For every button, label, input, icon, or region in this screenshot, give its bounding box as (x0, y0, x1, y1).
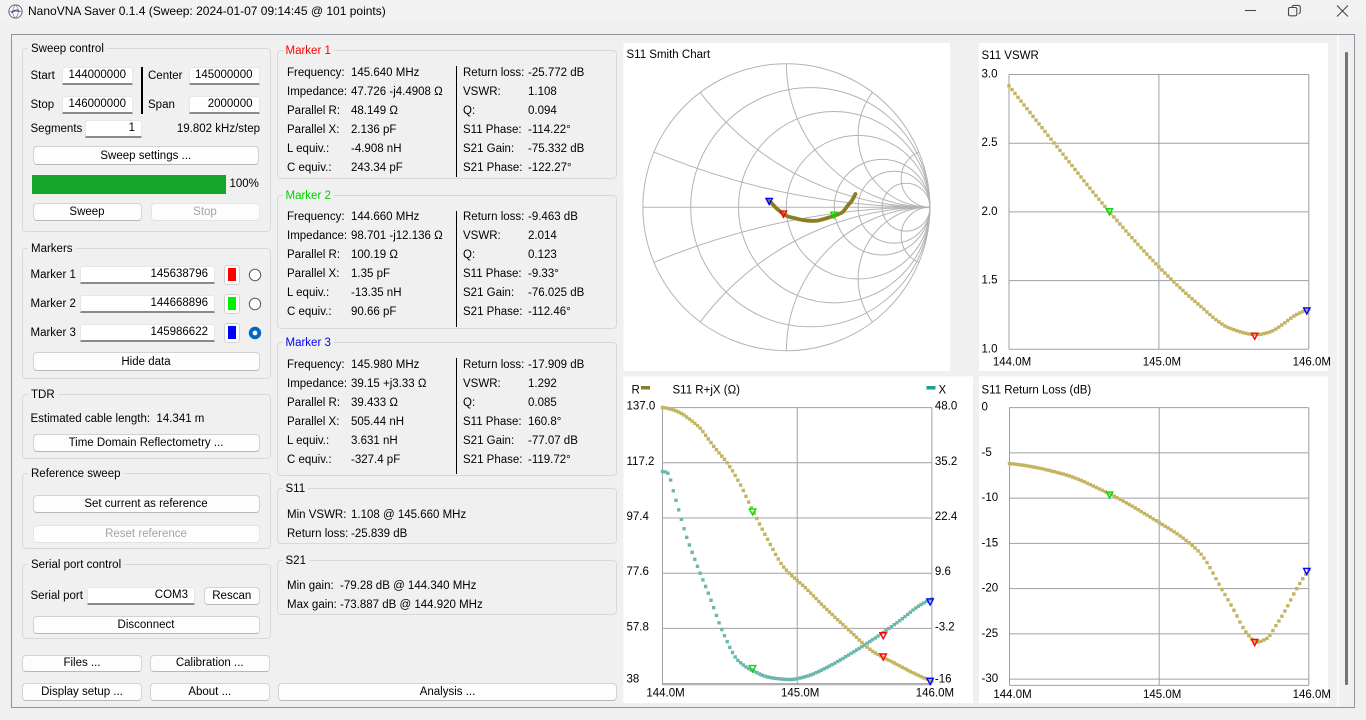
svg-text:-3.2: -3.2 (935, 621, 955, 633)
svg-text:-16: -16 (935, 674, 952, 686)
svg-text:146.0M: 146.0M (1293, 689, 1331, 701)
svg-text:-25: -25 (982, 628, 999, 640)
svg-text:-30: -30 (982, 673, 999, 685)
svg-text:1.5: 1.5 (982, 275, 998, 287)
svg-text:117.2: 117.2 (627, 456, 655, 468)
svg-text:145.0M: 145.0M (1143, 356, 1181, 368)
svg-text:48.0: 48.0 (935, 401, 957, 413)
svg-text:145.0M: 145.0M (781, 688, 819, 700)
svg-text:3.0: 3.0 (982, 69, 998, 81)
svg-text:1.0: 1.0 (982, 343, 998, 355)
svg-text:-5: -5 (982, 447, 992, 459)
svg-text:9.6: 9.6 (935, 566, 951, 578)
svg-text:144.0M: 144.0M (646, 688, 684, 700)
svg-text:S11 VSWR: S11 VSWR (982, 50, 1039, 62)
svg-text:38: 38 (627, 674, 640, 686)
svg-text:0: 0 (982, 402, 988, 414)
svg-text:S11 Smith Chart: S11 Smith Chart (627, 49, 711, 61)
svg-text:X: X (939, 385, 947, 397)
svg-text:35.2: 35.2 (935, 456, 957, 468)
svg-text:146.0M: 146.0M (916, 688, 954, 700)
svg-text:S11 Return Loss (dB): S11 Return Loss (dB) (982, 385, 1092, 397)
svg-text:22.4: 22.4 (935, 511, 958, 523)
svg-text:2.5: 2.5 (982, 137, 998, 149)
svg-text:S11 R+jX (Ω): S11 R+jX (Ω) (673, 385, 741, 397)
svg-text:77.6: 77.6 (627, 566, 649, 578)
svg-text:146.0M: 146.0M (1293, 356, 1331, 368)
svg-text:57.8: 57.8 (627, 621, 649, 633)
svg-text:137.0: 137.0 (627, 401, 656, 413)
svg-text:145.0M: 145.0M (1143, 689, 1181, 701)
svg-text:-15: -15 (982, 537, 999, 549)
svg-text:144.0M: 144.0M (993, 689, 1031, 701)
svg-text:R: R (632, 385, 640, 397)
svg-text:-10: -10 (982, 492, 999, 504)
svg-text:-20: -20 (982, 583, 999, 595)
svg-text:144.0M: 144.0M (993, 356, 1031, 368)
svg-text:97.4: 97.4 (627, 511, 650, 523)
svg-text:2.0: 2.0 (982, 206, 998, 218)
